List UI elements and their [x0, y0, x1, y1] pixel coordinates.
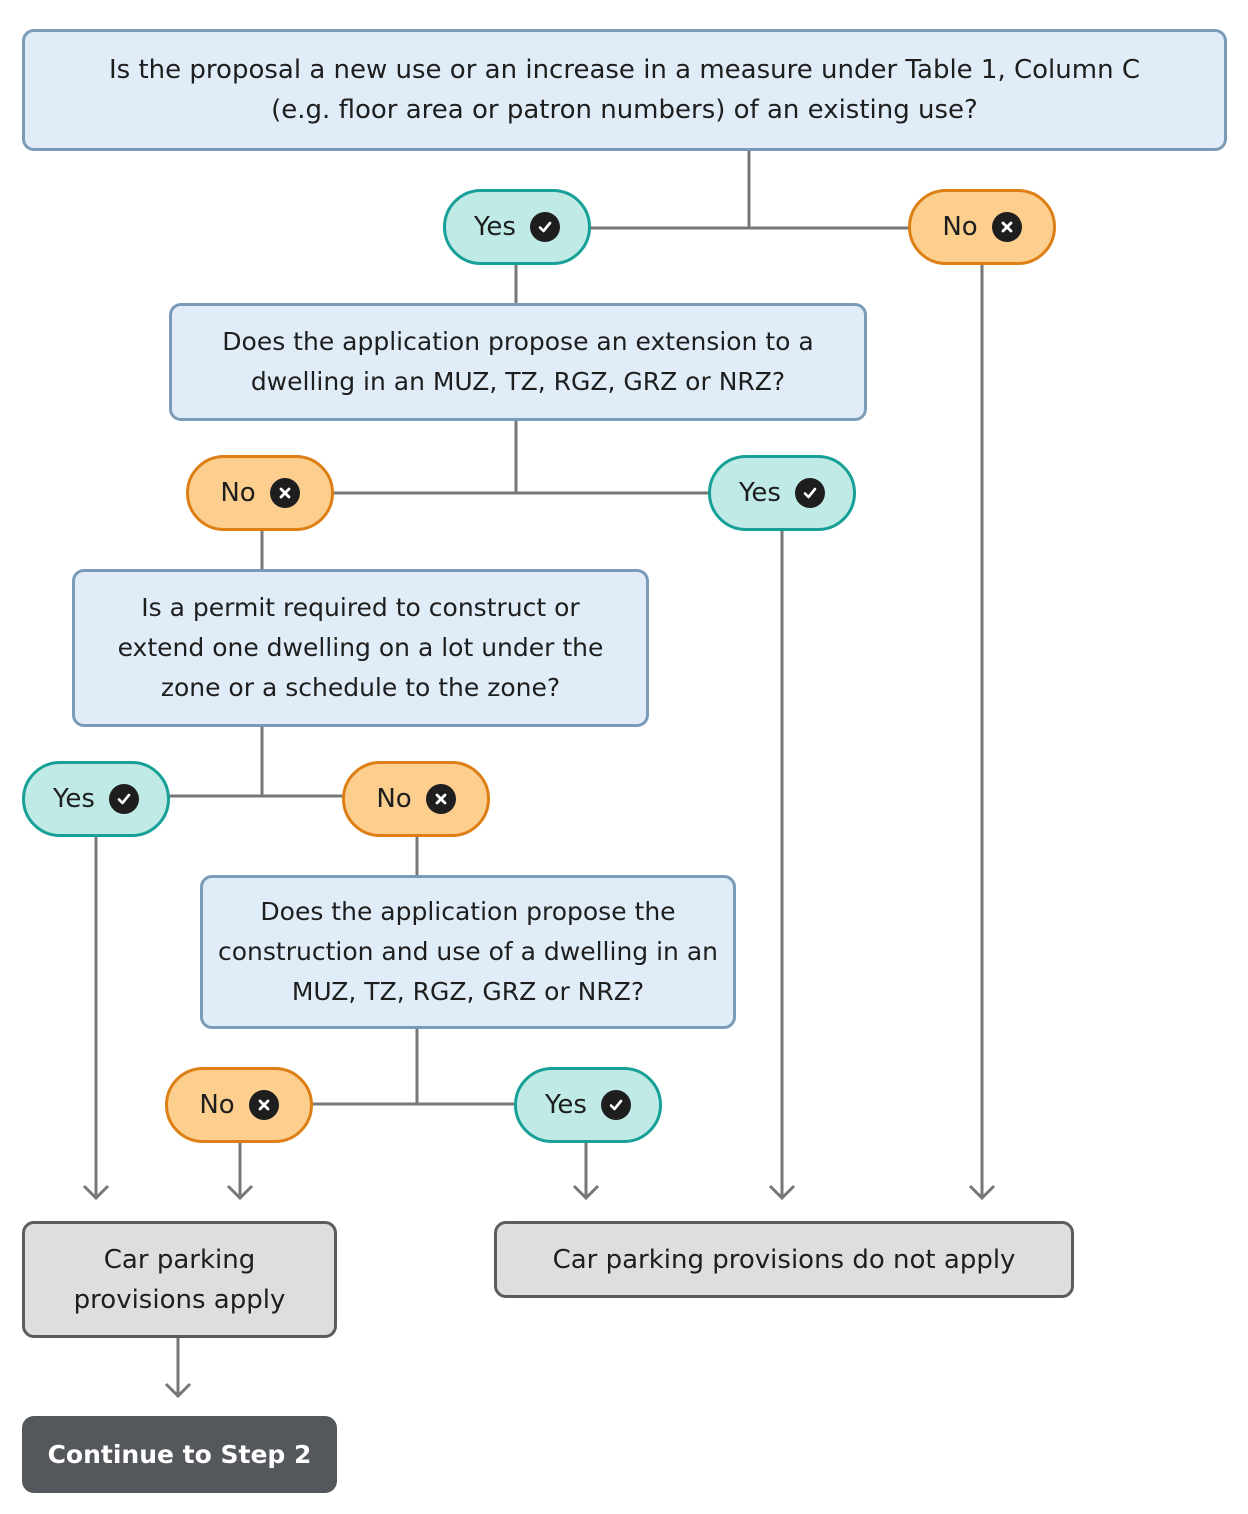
answer-no: No	[342, 761, 490, 837]
x-circle-icon	[269, 478, 300, 508]
continue-to-step-2-button[interactable]: Continue to Step 2	[22, 1416, 337, 1493]
answer-label: Yes	[53, 784, 95, 814]
question-text: Is the proposal a new use or an increase…	[109, 55, 1140, 125]
result-provisions-apply: Car parking provisions apply	[22, 1221, 337, 1338]
question-text: Does the application propose the constru…	[218, 897, 718, 1006]
x-circle-icon	[991, 212, 1022, 242]
answer-label: Yes	[545, 1090, 587, 1120]
x-circle-icon	[425, 784, 456, 814]
check-circle-icon	[108, 784, 139, 814]
continue-label: Continue to Step 2	[47, 1440, 312, 1469]
check-circle-icon	[529, 212, 560, 242]
answer-label: Yes	[739, 478, 781, 508]
question-extension: Does the application propose an extensio…	[169, 303, 867, 421]
answer-no: No	[165, 1067, 313, 1143]
result-text: Car parking provisions apply	[73, 1244, 286, 1315]
answer-yes: Yes	[514, 1067, 662, 1143]
answer-label: No	[199, 1090, 235, 1120]
question-new-use: Is the proposal a new use or an increase…	[22, 29, 1227, 151]
check-circle-icon	[794, 478, 825, 508]
answer-no: No	[186, 455, 334, 531]
answer-label: Yes	[474, 212, 516, 242]
result-provisions-do-not-apply: Car parking provisions do not apply	[494, 1221, 1074, 1298]
answer-yes: Yes	[708, 455, 856, 531]
answer-label: No	[942, 212, 978, 242]
question-text: Is a permit required to construct or ext…	[117, 593, 604, 702]
answer-label: No	[220, 478, 256, 508]
question-permit-required: Is a permit required to construct or ext…	[72, 569, 649, 727]
answer-label: No	[376, 784, 412, 814]
answer-yes: Yes	[22, 761, 170, 837]
question-construction: Does the application propose the constru…	[200, 875, 736, 1029]
result-text: Car parking provisions do not apply	[552, 1244, 1016, 1275]
question-text: Does the application propose an extensio…	[222, 327, 814, 396]
check-circle-icon	[600, 1090, 631, 1120]
x-circle-icon	[248, 1090, 279, 1120]
answer-yes: Yes	[443, 189, 591, 265]
answer-no: No	[908, 189, 1056, 265]
